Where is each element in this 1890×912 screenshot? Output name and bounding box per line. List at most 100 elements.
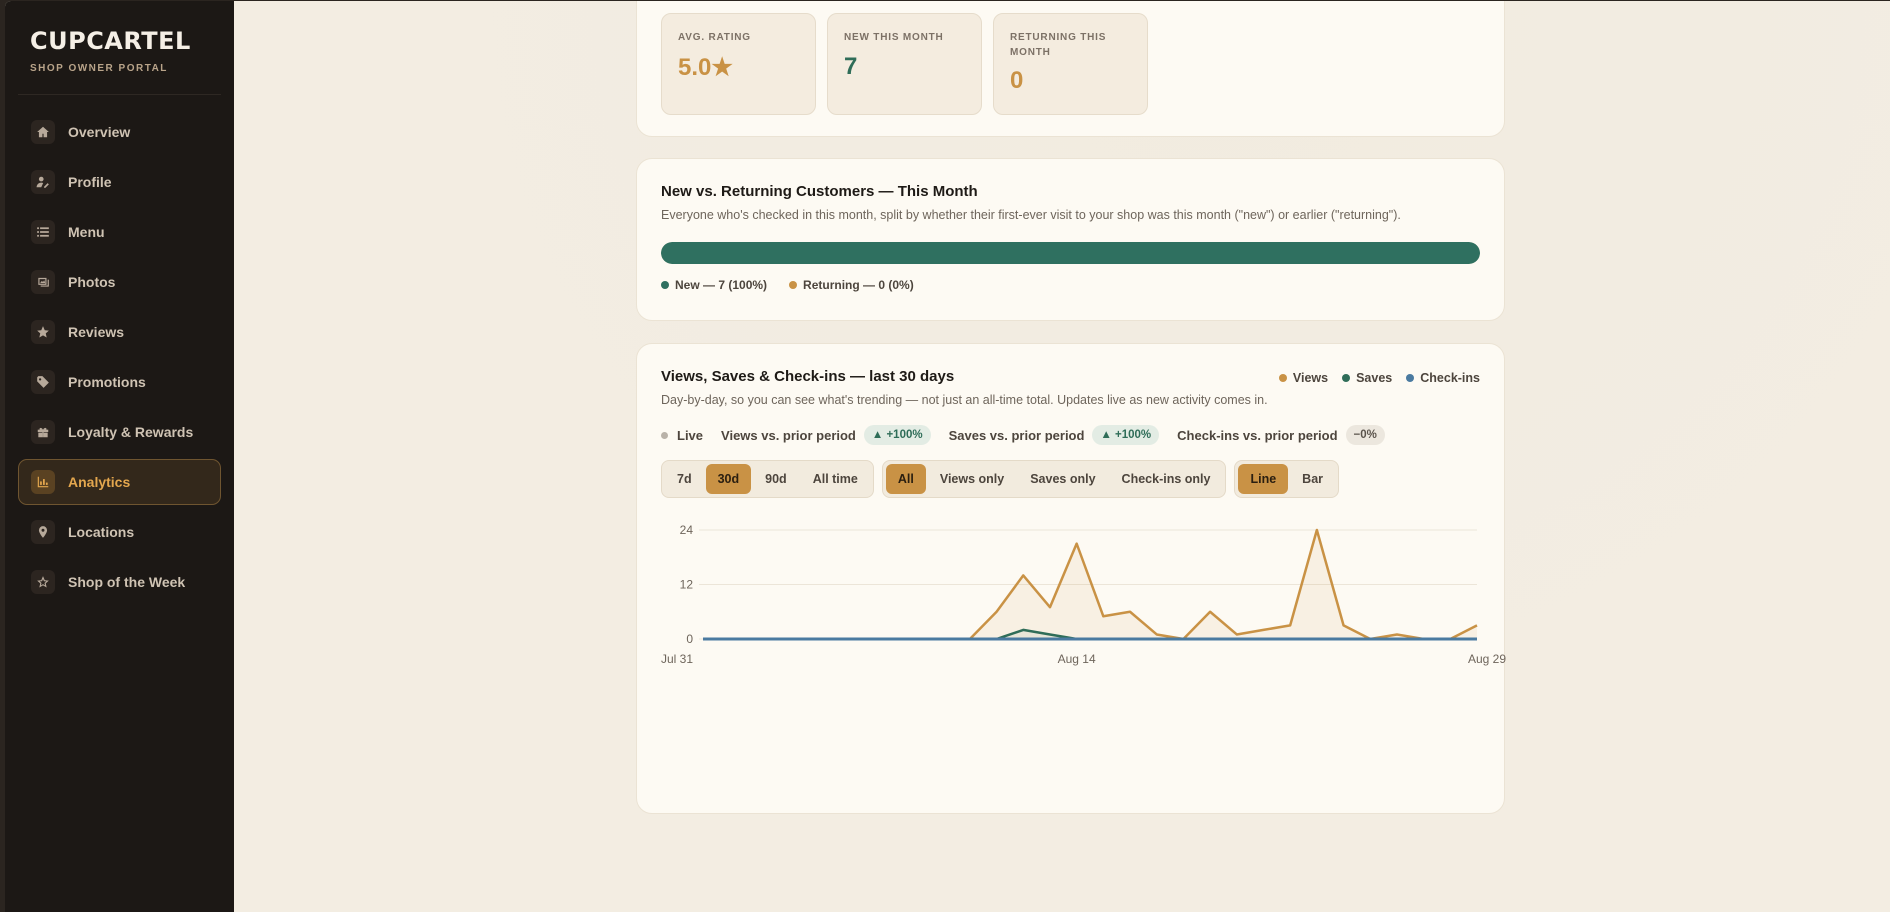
x-tick-label: Aug 14 bbox=[1058, 652, 1096, 666]
map-pin-icon bbox=[31, 520, 55, 544]
new-returning-legend: New — 7 (100%) Returning — 0 (0%) bbox=[661, 278, 1480, 292]
stats-card: AVG. RATING 5.0★ NEW THIS MONTH 7 RETURN… bbox=[636, 1, 1505, 137]
style-line-button[interactable]: Line bbox=[1238, 464, 1289, 494]
list-icon bbox=[31, 220, 55, 244]
sidebar-item-loyalty-rewards[interactable]: Loyalty & Rewards bbox=[18, 409, 221, 455]
y-tick-label: 12 bbox=[680, 578, 694, 592]
metric-all-button[interactable]: All bbox=[885, 464, 926, 494]
card-description: Day-by-day, so you can see what's trendi… bbox=[661, 393, 1268, 407]
sidebar-item-reviews[interactable]: Reviews bbox=[18, 309, 221, 355]
home-icon bbox=[31, 120, 55, 144]
live-indicator-icon bbox=[661, 431, 668, 439]
legend-views-label: Views bbox=[1292, 371, 1329, 385]
sidebar-item-label: Photos bbox=[68, 274, 116, 290]
bar-chart-icon bbox=[31, 470, 55, 494]
sidebar: CUPCARTEL SHOP OWNER PORTAL Overview Prof… bbox=[5, 1, 234, 912]
portal-subtitle: SHOP OWNER PORTAL bbox=[30, 63, 168, 74]
app-window: CUPCARTEL SHOP OWNER PORTAL Overview Prof… bbox=[5, 1, 1890, 912]
trend-checkins-badge: −0% bbox=[1345, 425, 1385, 445]
gift-icon bbox=[31, 420, 55, 444]
sidebar-item-label: Locations bbox=[68, 524, 135, 540]
stat-label: RETURNING THIS MONTH bbox=[1010, 32, 1107, 58]
stat-value: 5.0★ bbox=[678, 54, 733, 81]
chart-controls: 7d 30d 90d All time All Views only Saves only… bbox=[661, 460, 1480, 498]
sidebar-nav: Overview Profile Menu Photos Reviews Promotio… bbox=[18, 109, 221, 605]
dot-icon bbox=[1342, 374, 1351, 382]
legend-new: New — 7 (100%) bbox=[661, 278, 767, 292]
dot-icon bbox=[1406, 374, 1415, 382]
sidebar-item-promotions[interactable]: Promotions bbox=[18, 359, 221, 405]
new-customers-fill bbox=[661, 242, 1480, 264]
trend-saves-badge: ▲ +100% bbox=[1092, 425, 1160, 445]
legend-checkins: Check-ins bbox=[1406, 371, 1480, 385]
activity-line-chart: 0 12 24 Jul 31 Aug 14 Aug 29 bbox=[661, 523, 1506, 666]
chart-style-selector: Line Bar bbox=[1234, 460, 1340, 498]
sidebar-item-overview[interactable]: Overview bbox=[18, 109, 221, 155]
sidebar-item-label: Profile bbox=[68, 174, 112, 190]
trend-views-label: Views vs. prior period bbox=[721, 427, 856, 443]
card-title: New vs. Returning Customers — This Month bbox=[661, 183, 978, 200]
sidebar-item-label: Promotions bbox=[68, 374, 146, 390]
card-description: Everyone who's checked in this month, sp… bbox=[661, 208, 1401, 222]
activity-chart-card: Views, Saves & Check-ins — last 30 days … bbox=[636, 343, 1506, 814]
metric-check-ins-only-button[interactable]: Check-ins only bbox=[1110, 464, 1223, 494]
legend-checkins-label: Check-ins bbox=[1420, 371, 1480, 385]
sidebar-item-label: Overview bbox=[68, 124, 131, 140]
profile-edit-icon bbox=[31, 170, 55, 194]
sidebar-item-analytics[interactable]: Analytics bbox=[18, 459, 221, 505]
dot-icon bbox=[1278, 374, 1287, 382]
legend-new-label: New — 7 (100%) bbox=[675, 278, 768, 292]
sidebar-item-locations[interactable]: Locations bbox=[18, 509, 221, 555]
main-content: AVG. RATING 5.0★ NEW THIS MONTH 7 RETURN… bbox=[234, 1, 1890, 912]
sidebar-item-label: Loyalty & Rewards bbox=[68, 424, 194, 440]
stat-label: AVG. RATING bbox=[678, 32, 751, 43]
sidebar-item-shop-of-the-week[interactable]: Shop of the Week bbox=[18, 559, 221, 605]
sidebar-item-menu[interactable]: Menu bbox=[18, 209, 221, 255]
legend-views: Views bbox=[1278, 371, 1329, 385]
dot-icon bbox=[661, 281, 669, 289]
legend-returning-label: Returning — 0 (0%) bbox=[803, 278, 914, 292]
tag-icon bbox=[31, 370, 55, 394]
x-tick-label: Jul 31 bbox=[661, 652, 693, 666]
stat-new-this-month: NEW THIS MONTH 7 bbox=[827, 13, 982, 115]
trend-checkins-label: Check-ins vs. prior period bbox=[1177, 427, 1338, 443]
dot-icon bbox=[789, 281, 798, 289]
series-legend: Views Saves Check-ins bbox=[1278, 371, 1480, 385]
stat-avg-rating: AVG. RATING 5.0★ bbox=[661, 13, 816, 115]
stat-value: 7 bbox=[844, 53, 858, 80]
sidebar-item-photos[interactable]: Photos bbox=[18, 259, 221, 305]
brand: CUPCARTEL SHOP OWNER PORTAL bbox=[18, 27, 221, 95]
new-vs-returning-card: New vs. Returning Customers — This Month… bbox=[636, 158, 1505, 321]
range-7d-button[interactable]: 7d bbox=[665, 464, 704, 494]
style-bar-button[interactable]: Bar bbox=[1290, 464, 1335, 494]
legend-returning: Returning — 0 (0%) bbox=[789, 278, 914, 292]
sidebar-item-label: Menu bbox=[68, 224, 105, 240]
metric-selector: All Views only Saves only Check-ins only bbox=[881, 460, 1227, 498]
star-icon bbox=[31, 320, 55, 344]
y-tick-label: 24 bbox=[680, 523, 694, 537]
legend-saves: Saves bbox=[1342, 371, 1392, 385]
metric-saves-only-button[interactable]: Saves only bbox=[1018, 464, 1107, 494]
sidebar-item-label: Reviews bbox=[68, 324, 125, 340]
photos-icon bbox=[31, 270, 55, 294]
live-label: Live bbox=[677, 427, 704, 443]
sidebar-item-label: Shop of the Week bbox=[68, 574, 186, 590]
trend-row: Live Views vs. prior period ▲ +100% Save… bbox=[661, 425, 1480, 445]
range-90d-button[interactable]: 90d bbox=[753, 464, 799, 494]
metric-views-only-button[interactable]: Views only bbox=[928, 464, 1016, 494]
legend-saves-label: Saves bbox=[1356, 371, 1393, 385]
new-returning-bar bbox=[661, 242, 1480, 264]
range-30d-button[interactable]: 30d bbox=[705, 464, 752, 494]
trend-views-badge: ▲ +100% bbox=[863, 425, 931, 445]
y-tick-label: 0 bbox=[686, 632, 693, 646]
range-selector: 7d 30d 90d All time bbox=[661, 460, 874, 498]
stat-label: NEW THIS MONTH bbox=[844, 32, 944, 43]
x-tick-label: Aug 29 bbox=[1468, 652, 1506, 666]
sidebar-item-label: Analytics bbox=[68, 474, 131, 490]
range-all-time-button[interactable]: All time bbox=[801, 464, 870, 494]
award-star-icon bbox=[31, 570, 55, 594]
sidebar-item-profile[interactable]: Profile bbox=[18, 159, 221, 205]
stat-returning-this-month: RETURNING THIS MONTH 0 bbox=[993, 13, 1148, 115]
logo: CUPCARTEL bbox=[30, 27, 191, 55]
stat-value: 0 bbox=[1010, 67, 1024, 94]
